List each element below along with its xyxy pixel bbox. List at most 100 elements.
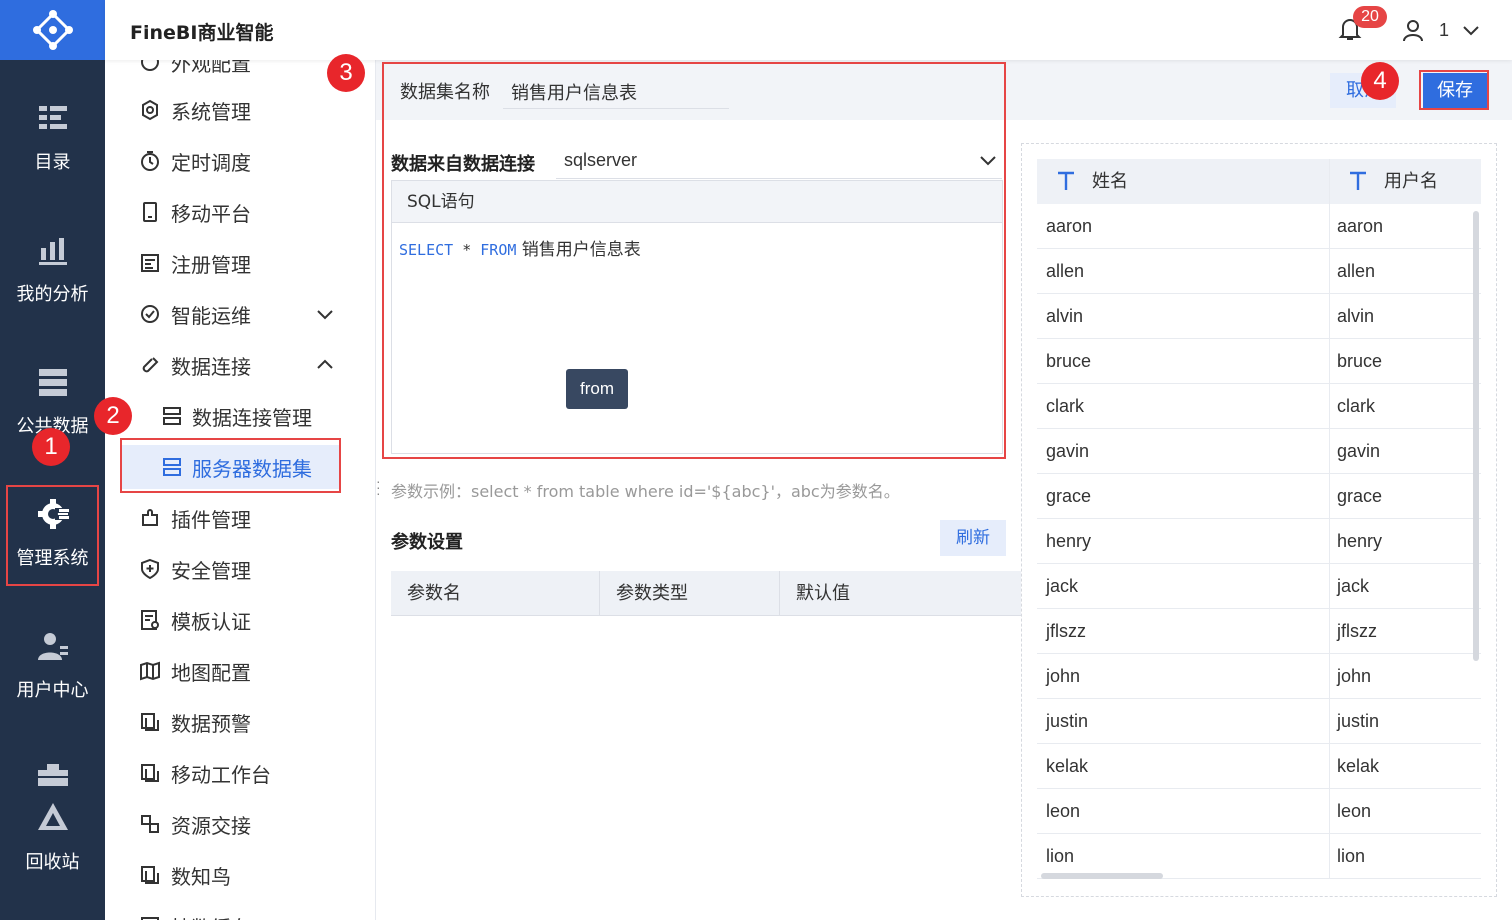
cell-username: justin (1337, 711, 1380, 731)
table-row[interactable]: alvin alvin (1037, 294, 1481, 339)
nav-item-server-dataset[interactable]: 服务器数据集 (121, 445, 341, 489)
table-row[interactable]: allen allen (1037, 249, 1481, 294)
text-type-icon (1350, 171, 1366, 190)
nav-item-map[interactable]: 地图配置 (105, 649, 375, 693)
dataset-name-bar: 数据集名称 销售用户信息表 取消 保存 (376, 60, 1512, 120)
chevron-up-icon (317, 359, 333, 369)
nav-item-schedule[interactable]: 定时调度 (105, 139, 375, 183)
preview-col-username[interactable]: 用户名 (1329, 159, 1481, 204)
table-row[interactable]: jflszz jflszz (1037, 609, 1481, 654)
user-icon[interactable] (1401, 18, 1425, 42)
table-row[interactable]: kelak kelak (1037, 744, 1481, 789)
nav-label: 外观配置 (171, 60, 251, 76)
cell-username: alvin (1337, 306, 1375, 326)
table-row[interactable]: clark clark (1037, 384, 1481, 429)
cell-name: grace (1046, 486, 1092, 506)
nav-item-resource-handover[interactable]: 资源交接 (105, 802, 375, 846)
table-row[interactable]: justin justin (1037, 699, 1481, 744)
nav-item-plugin[interactable]: 插件管理 (105, 496, 375, 540)
preview-col-label: 姓名 (1092, 171, 1128, 192)
cell-username: lion (1337, 846, 1366, 866)
rail-item-catalog[interactable]: 目录 (0, 100, 105, 210)
nav-label: 系统管理 (171, 99, 251, 124)
rail-item-admin[interactable]: 管理系统 (0, 496, 105, 606)
nav-item-security[interactable]: 安全管理 (105, 547, 375, 591)
rail-item-recycle[interactable]: 回收站 (0, 800, 105, 910)
nav-item-shuzhiniao[interactable]: 数知鸟 (105, 853, 375, 897)
cell-name: kelak (1046, 756, 1089, 776)
nav-item-mobile-workbench[interactable]: 移动工作台 (105, 751, 375, 795)
table-row[interactable]: henry henry (1037, 519, 1481, 564)
rail-item-analysis[interactable]: 我的分析 (0, 232, 105, 342)
save-button[interactable]: 保存 (1423, 73, 1487, 108)
dataset-editor: 数据集名称 销售用户信息表 取消 保存 数据来自数据连接 sqlserver S… (376, 60, 1512, 920)
dataset-name-input[interactable]: 销售用户信息表 (503, 72, 729, 109)
nav-label: 安全管理 (171, 558, 251, 583)
preview-table-header: 姓名 用户名 (1037, 159, 1481, 204)
nav-label: 移动平台 (171, 201, 251, 226)
nav-item-extract-cache[interactable]: 抽数缓存 (105, 904, 375, 920)
gear-icon (37, 499, 69, 529)
preview-col-name[interactable]: 姓名 (1037, 159, 1329, 204)
chevron-down-icon (980, 156, 996, 166)
table-row[interactable]: bruce bruce (1037, 339, 1481, 384)
param-col-name: 参数名 (391, 571, 600, 616)
step-badge: 3 (327, 54, 365, 92)
nav-item-template-auth[interactable]: 模板认证 (105, 598, 375, 642)
cell-name: allen (1046, 261, 1085, 281)
chevron-down-icon[interactable] (1461, 20, 1481, 40)
preview-panel: 姓名 用户名 aaron aaron allen allen alvin alvin bru… (1021, 143, 1497, 897)
nav-item-connection-manage[interactable]: 数据连接管理 (105, 394, 375, 438)
nav-item-data-connection[interactable]: 数据连接 (105, 343, 375, 387)
copy-icon (141, 764, 159, 782)
table-row[interactable]: jack jack (1037, 564, 1481, 609)
dataset-name-label: 数据集名称 (400, 82, 490, 103)
nav-item-system[interactable]: 系统管理 (105, 88, 375, 132)
nav-label: 数据预警 (171, 711, 251, 736)
refresh-button[interactable]: 刷新 (940, 520, 1006, 556)
mobile-icon (143, 202, 157, 222)
rail-label: 用户中心 (16, 680, 89, 701)
nav-item-data-alert[interactable]: 数据预警 (105, 700, 375, 744)
autocomplete-tooltip[interactable]: from (566, 369, 628, 409)
connection-select[interactable]: sqlserver (556, 141, 1002, 179)
cell-name: gavin (1046, 441, 1090, 461)
link-icon (142, 357, 159, 373)
text-type-icon (1058, 171, 1074, 190)
cell-username: grace (1337, 486, 1383, 506)
cell-username: jflszz (1337, 621, 1377, 641)
horizontal-scrollbar[interactable] (1041, 873, 1163, 879)
vertical-scrollbar[interactable] (1473, 211, 1479, 661)
connection-value: sqlserver (564, 150, 638, 170)
nav-label: 地图配置 (171, 660, 251, 685)
nav-item-ops[interactable]: 智能运维 (105, 292, 375, 336)
step-badge: 1 (32, 428, 70, 466)
table-row[interactable]: aaron aaron (1037, 204, 1481, 249)
rail-item-user-center[interactable]: 用户中心 (0, 628, 105, 738)
cell-name: alvin (1046, 306, 1084, 326)
nav-label: 服务器数据集 (192, 456, 312, 481)
table-row[interactable]: leon leon (1037, 789, 1481, 834)
table-row[interactable]: grace grace (1037, 474, 1481, 519)
sql-table-name: 销售用户信息表 (516, 240, 641, 260)
ops-icon (141, 305, 159, 323)
copy-icon (141, 866, 159, 884)
preview-table[interactable]: 姓名 用户名 aaron aaron allen allen alvin alvin bru… (1037, 159, 1481, 879)
app-logo[interactable] (0, 0, 105, 60)
sql-editor[interactable]: SQL语句 SELECT * FROM 销售用户信息表 from (391, 180, 1003, 454)
sql-code[interactable]: SELECT * FROM 销售用户信息表 (399, 235, 641, 260)
cell-name: jflszz (1046, 621, 1086, 641)
cell-username: bruce (1337, 351, 1383, 371)
param-settings-title: 参数设置 (391, 532, 463, 553)
table-row[interactable]: gavin gavin (1037, 429, 1481, 474)
cell-username: henry (1337, 531, 1383, 551)
cell-name: bruce (1046, 351, 1092, 371)
nav-item-mobile[interactable]: 移动平台 (105, 190, 375, 234)
nav-item-register[interactable]: 注册管理 (105, 241, 375, 285)
user-name[interactable]: 1 (1439, 20, 1449, 41)
top-bar: FineBI商业智能 20 1 (105, 0, 1512, 60)
rail-label: 管理系统 (16, 548, 89, 569)
table-row[interactable]: john john (1037, 654, 1481, 699)
cell-username: clark (1337, 396, 1376, 416)
resize-handle[interactable]: · · · (376, 474, 381, 502)
